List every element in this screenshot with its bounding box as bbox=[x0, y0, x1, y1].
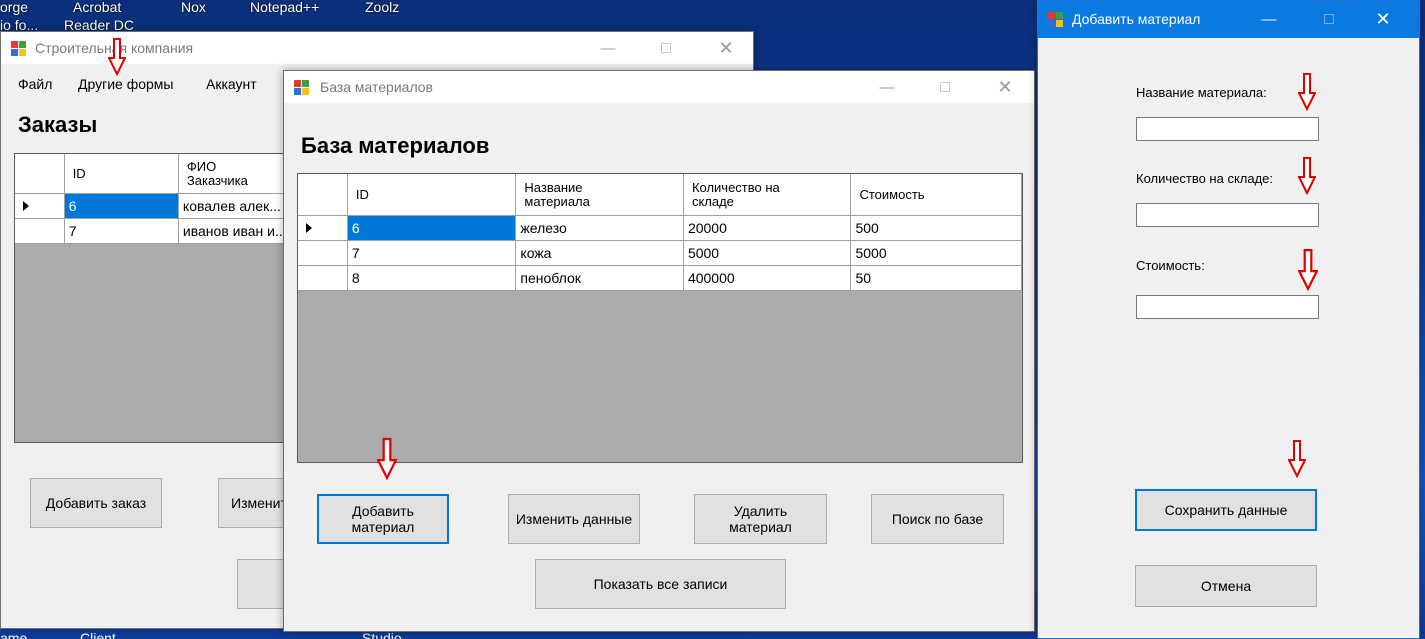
cancel-button[interactable]: Отмена bbox=[1135, 565, 1317, 607]
add-material-window: Добавить материал — ✕ Название материала… bbox=[1037, 0, 1420, 639]
table-row[interactable]: 6 железо 20000 500 bbox=[298, 216, 1022, 241]
column-header-id[interactable]: ID bbox=[64, 154, 179, 194]
material-name-field[interactable] bbox=[1136, 117, 1319, 141]
cell-material-name[interactable]: пеноблок bbox=[516, 266, 684, 291]
page-title: Заказы bbox=[18, 112, 98, 137]
cost-field[interactable] bbox=[1136, 295, 1319, 319]
row-header[interactable] bbox=[15, 219, 65, 244]
column-header-id[interactable]: ID bbox=[347, 174, 517, 216]
title-bar[interactable]: База материалов — ✕ bbox=[284, 71, 1034, 103]
desktop-icon-label[interactable]: ame bbox=[0, 630, 27, 639]
menu-account[interactable]: Аккаунт bbox=[206, 76, 257, 92]
desktop-icon-label[interactable]: Client bbox=[80, 630, 116, 639]
column-header-cost[interactable]: Стоимость bbox=[851, 174, 1022, 216]
menu-other-forms[interactable]: Другие формы bbox=[78, 76, 174, 92]
row-header[interactable] bbox=[15, 194, 65, 219]
minimize-icon[interactable]: — bbox=[585, 32, 631, 64]
desktop-icon-label[interactable]: Zoolz bbox=[365, 0, 399, 16]
maximize-icon[interactable] bbox=[1306, 3, 1352, 35]
cell-id[interactable]: 7 bbox=[64, 219, 179, 244]
search-database-button[interactable]: Поиск по базе bbox=[871, 494, 1004, 544]
stock-qty-field[interactable] bbox=[1136, 203, 1319, 227]
show-all-records-button[interactable]: Показать все записи bbox=[535, 559, 786, 609]
app-icon bbox=[11, 41, 27, 57]
table-row[interactable]: 7 кожа 5000 5000 bbox=[298, 241, 1022, 266]
cell-id[interactable]: 7 bbox=[347, 241, 517, 266]
table-row[interactable]: 8 пеноблок 400000 50 bbox=[298, 266, 1022, 291]
table-row[interactable]: 7 иванов иван и... bbox=[15, 219, 313, 244]
materials-window: База материалов — ✕ База материалов ID Н… bbox=[283, 70, 1035, 632]
annotation-arrow-icon bbox=[1288, 440, 1306, 478]
menu-file[interactable]: Файл bbox=[18, 76, 52, 92]
annotation-arrow-icon bbox=[1298, 249, 1318, 291]
app-icon bbox=[294, 80, 310, 96]
title-bar[interactable]: Добавить материал — ✕ bbox=[1038, 1, 1419, 38]
cell-id[interactable]: 6 bbox=[347, 216, 517, 241]
row-header-corner bbox=[15, 154, 65, 194]
add-material-button[interactable]: Добавить материал bbox=[317, 494, 449, 544]
cost-label: Стоимость: bbox=[1136, 258, 1205, 273]
app-icon bbox=[1048, 12, 1064, 28]
annotation-arrow-icon bbox=[1298, 157, 1316, 195]
maximize-icon[interactable] bbox=[922, 71, 968, 103]
grid-header-row: ID Название материала Количество на скла… bbox=[298, 174, 1022, 216]
annotation-arrow-icon bbox=[1298, 73, 1316, 111]
add-order-button[interactable]: Добавить заказ bbox=[30, 478, 162, 528]
page-title: База материалов bbox=[301, 133, 490, 158]
row-header[interactable] bbox=[298, 216, 348, 241]
cell-stock-qty[interactable]: 400000 bbox=[683, 266, 852, 291]
cell-cost[interactable]: 5000 bbox=[851, 241, 1022, 266]
maximize-icon[interactable] bbox=[643, 32, 689, 64]
minimize-icon[interactable]: — bbox=[1246, 3, 1292, 35]
row-header-corner bbox=[298, 174, 348, 216]
desktop-icon-label[interactable]: Nox bbox=[181, 0, 206, 16]
close-icon[interactable]: ✕ bbox=[1360, 3, 1406, 35]
annotation-arrow-icon bbox=[108, 38, 126, 76]
close-icon[interactable]: ✕ bbox=[703, 32, 749, 64]
desktop-icon-label[interactable]: Acrobat bbox=[73, 0, 121, 16]
materials-grid[interactable]: ID Название материала Количество на скла… bbox=[297, 173, 1023, 463]
row-header[interactable] bbox=[298, 266, 348, 291]
table-row[interactable]: 6 ковалев алек... bbox=[15, 194, 313, 219]
cell-cost[interactable]: 500 bbox=[851, 216, 1022, 241]
delete-material-button[interactable]: Удалить материал bbox=[694, 494, 827, 544]
material-name-label: Название материала: bbox=[1136, 85, 1267, 100]
desktop-icon-label[interactable]: Notepad++ bbox=[250, 0, 319, 16]
current-row-icon bbox=[23, 201, 29, 211]
column-header-stock-qty[interactable]: Количество на складе bbox=[683, 174, 852, 216]
minimize-icon[interactable]: — bbox=[864, 71, 910, 103]
stock-qty-label: Количество на складе: bbox=[1136, 171, 1274, 186]
cell-cost[interactable]: 50 bbox=[851, 266, 1022, 291]
grid-header-row: ID ФИО Заказчика bbox=[15, 154, 313, 194]
window-title: Добавить материал bbox=[1072, 11, 1201, 27]
orders-grid[interactable]: ID ФИО Заказчика 6 ковалев алек... 7 ива… bbox=[14, 153, 314, 443]
save-data-button[interactable]: Сохранить данные bbox=[1135, 489, 1317, 531]
cell-stock-qty[interactable]: 5000 bbox=[683, 241, 852, 266]
cell-material-name[interactable]: железо bbox=[516, 216, 684, 241]
current-row-icon bbox=[306, 223, 312, 233]
cell-id[interactable]: 8 bbox=[347, 266, 517, 291]
cell-id[interactable]: 6 bbox=[64, 194, 179, 219]
row-header[interactable] bbox=[298, 241, 348, 266]
cell-material-name[interactable]: кожа bbox=[516, 241, 684, 266]
annotation-arrow-icon bbox=[377, 437, 397, 481]
column-header-material-name[interactable]: Название материала bbox=[516, 174, 684, 216]
close-icon[interactable]: ✕ bbox=[982, 71, 1028, 103]
desktop-icon-label[interactable]: orge bbox=[0, 0, 28, 16]
cell-stock-qty[interactable]: 20000 bbox=[683, 216, 852, 241]
window-title: База материалов bbox=[320, 79, 433, 95]
edit-data-button[interactable]: Изменить данные bbox=[508, 494, 640, 544]
